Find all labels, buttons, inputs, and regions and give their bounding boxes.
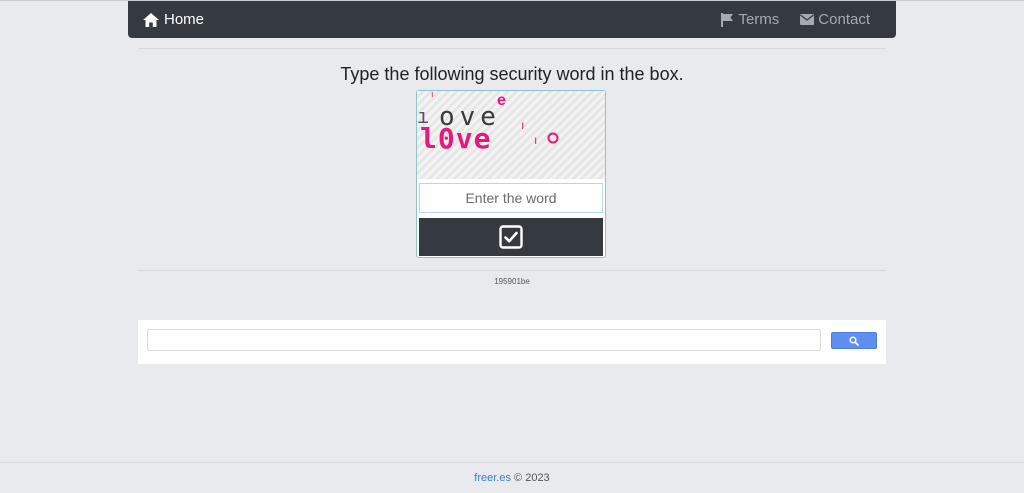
svg-text:e: e bbox=[497, 92, 506, 109]
nav-right-links: Terms Contact bbox=[721, 11, 870, 28]
divider-top bbox=[138, 48, 886, 49]
footer-copyright: © 2023 bbox=[514, 472, 550, 484]
check-square-icon bbox=[499, 225, 523, 249]
svg-text:ı: ı bbox=[534, 133, 537, 147]
footer-site-link[interactable]: freer.es bbox=[474, 472, 511, 484]
nav-contact-link[interactable]: Contact bbox=[800, 11, 870, 28]
nav-terms-link[interactable]: Terms bbox=[721, 11, 779, 28]
captcha-graphic: ı ove e l0ve ı ı ı bbox=[417, 91, 559, 155]
nav-terms-label: Terms bbox=[738, 11, 780, 28]
footer: freer.es © 2023 bbox=[0, 462, 1024, 493]
submit-button[interactable] bbox=[419, 218, 603, 256]
captcha-image: ı ove e l0ve ı ı ı bbox=[417, 91, 605, 179]
envelope-icon bbox=[800, 14, 815, 25]
search-button[interactable] bbox=[831, 332, 877, 349]
nav-home-link[interactable]: Home bbox=[143, 11, 204, 28]
navbar: Home Terms Contact bbox=[128, 1, 896, 38]
search-panel bbox=[138, 320, 886, 364]
captcha-code: 195901be bbox=[494, 277, 530, 286]
search-input[interactable] bbox=[147, 329, 821, 351]
flag-icon bbox=[721, 12, 734, 27]
home-icon bbox=[143, 12, 159, 27]
svg-text:ı: ı bbox=[521, 118, 524, 132]
svg-text:l0ve: l0ve bbox=[420, 122, 491, 155]
nav-home-label: Home bbox=[164, 11, 205, 28]
svg-text:ı: ı bbox=[431, 91, 434, 99]
captcha-instruction: Type the following security word in the … bbox=[340, 64, 684, 84]
captcha-form: ı ove e l0ve ı ı ı bbox=[416, 90, 606, 258]
nav-contact-label: Contact bbox=[818, 11, 870, 28]
divider-bottom bbox=[138, 270, 886, 271]
word-input[interactable] bbox=[419, 183, 603, 213]
search-icon bbox=[849, 335, 859, 346]
